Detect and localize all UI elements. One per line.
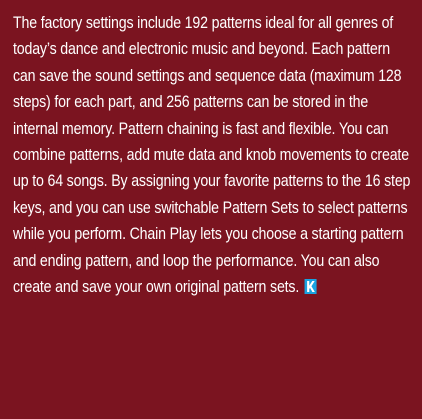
article-paragraph: The factory settings include 192 pattern…	[13, 14, 411, 297]
k-glyph-icon	[306, 281, 315, 293]
k-end-mark-icon	[304, 279, 317, 295]
article-body: The factory settings include 192 pattern…	[13, 10, 414, 300]
article-panel: The factory settings include 192 pattern…	[0, 0, 422, 419]
